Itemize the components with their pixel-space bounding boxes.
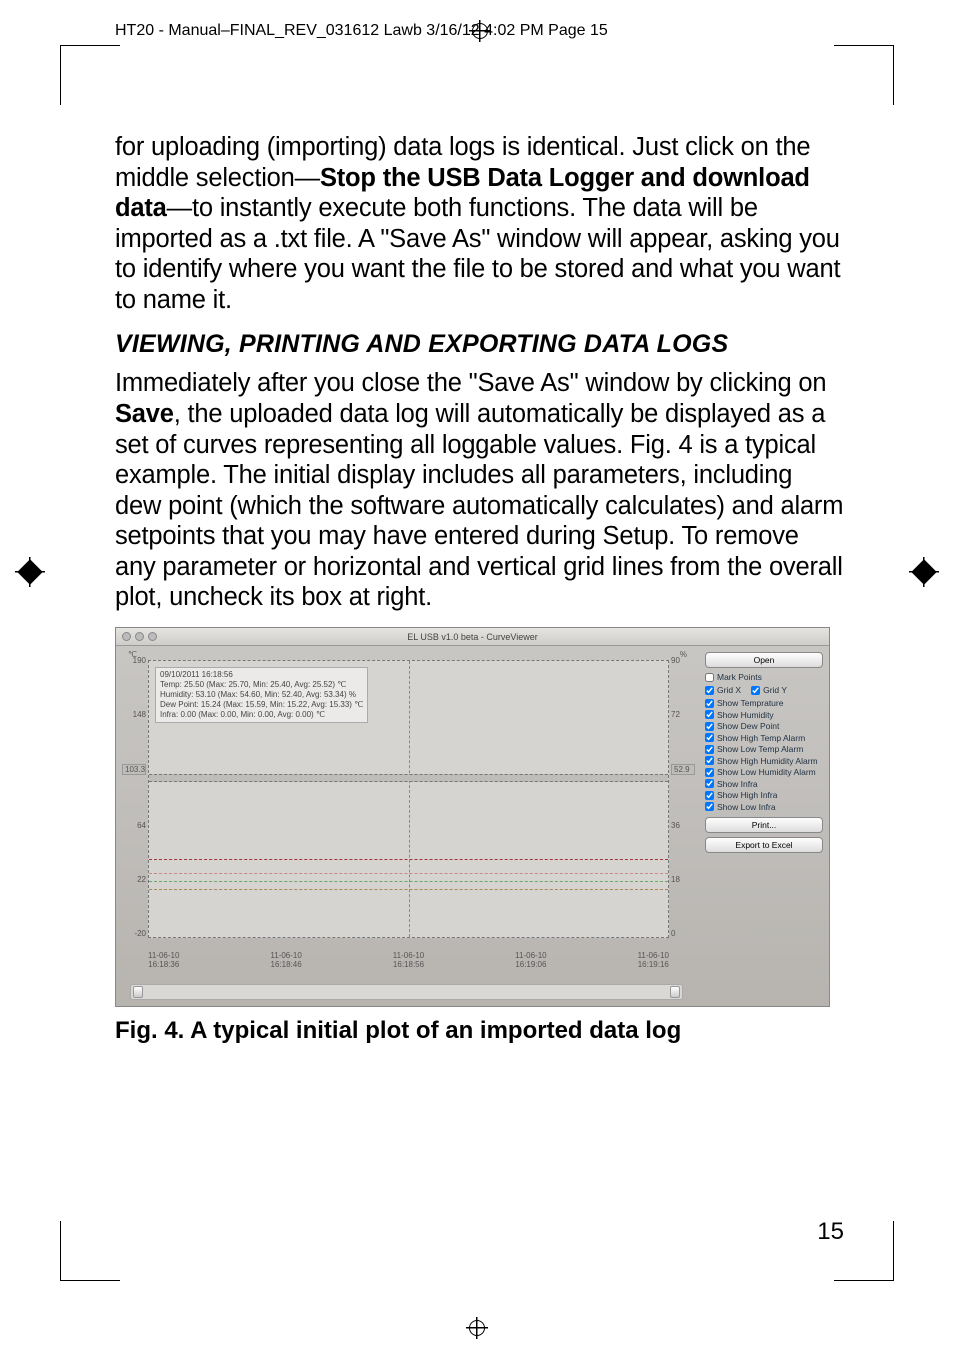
- yl0: 190: [122, 656, 146, 665]
- open-button[interactable]: Open: [705, 652, 823, 668]
- x0a: 11-06-10: [148, 951, 179, 960]
- window-titlebar[interactable]: EL USB v1.0 beta - CurveViewer: [116, 628, 829, 646]
- zoom-icon[interactable]: [148, 632, 157, 641]
- p1c: —to instantly execute both functions. Th…: [115, 194, 840, 314]
- mark-label: Mark Points: [717, 672, 762, 682]
- registration-bottom: [466, 1317, 488, 1344]
- registration-left: [18, 560, 42, 584]
- crop-mark-tl: [60, 45, 120, 105]
- humidity-curve: [149, 873, 668, 874]
- yr1: 72: [671, 710, 695, 719]
- section-heading: VIEWING, PRINTING AND EXPORTING DATA LOG…: [115, 330, 844, 359]
- tt-l1: 09/10/2011 16:18:56: [160, 670, 363, 680]
- gy-label: Grid Y: [763, 685, 787, 695]
- scroll-handle-right[interactable]: [670, 986, 680, 998]
- registration-right: [912, 560, 936, 584]
- tt-l4: Dew Point: 15.24 (Max: 15.59, Min: 15.22…: [160, 700, 363, 710]
- show-highhum-alarm-checkbox[interactable]: Show High Humidity Alarm: [705, 756, 823, 766]
- x2b: 16:18:56: [393, 960, 424, 969]
- yl2: 103.3: [122, 764, 146, 775]
- x2a: 11-06-10: [393, 951, 424, 960]
- yr2: 52.9: [671, 764, 695, 775]
- x1a: 11-06-10: [270, 951, 301, 960]
- temp-curve: [149, 859, 668, 860]
- page-number: 15: [817, 1218, 844, 1246]
- figure-caption: Fig. 4. A typical initial plot of an imp…: [115, 1017, 844, 1045]
- crop-mark-bl: [60, 1221, 120, 1281]
- tt-l3: Humidity: 53.10 (Max: 54.60, Min: 52.40,…: [160, 690, 363, 700]
- x3b: 16:19:06: [515, 960, 546, 969]
- print-header: HT20 - Manual–FINAL_REV_031612 Lawb 3/16…: [115, 20, 844, 42]
- horizontal-scrollbar[interactable]: [130, 984, 683, 1000]
- plot-tooltip: 09/10/2011 16:18:56 Temp: 25.50 (Max: 25…: [155, 667, 368, 723]
- export-excel-button[interactable]: Export to Excel: [705, 837, 823, 853]
- gx-label: Grid X: [717, 685, 741, 695]
- yl3: 64: [122, 821, 146, 830]
- show-infra-checkbox[interactable]: Show Infra: [705, 779, 823, 789]
- yr4: 18: [671, 875, 695, 884]
- yr3: 36: [671, 821, 695, 830]
- gridx-checkbox[interactable]: Grid X: [705, 685, 741, 695]
- x4b: 16:19:16: [638, 960, 669, 969]
- registration-top-icon: [469, 20, 491, 42]
- tt-l2: Temp: 25.50 (Max: 25.70, Min: 25.40, Avg…: [160, 680, 363, 690]
- header-text: HT20 - Manual–FINAL_REV_031612 Lawb 3/16…: [115, 22, 608, 40]
- yl5: -20: [122, 929, 146, 938]
- dewpoint-curve: [149, 881, 668, 882]
- yr5: 0: [671, 929, 695, 938]
- scroll-handle-left[interactable]: [133, 986, 143, 998]
- show-lowhum-alarm-checkbox[interactable]: Show Low Humidity Alarm: [705, 767, 823, 777]
- paragraph-2: Immediately after you close the "Save As…: [115, 368, 844, 613]
- x3a: 11-06-10: [515, 951, 546, 960]
- infra-curve: [149, 889, 668, 890]
- x1b: 16:18:46: [271, 960, 302, 969]
- yl1: 148: [122, 710, 146, 719]
- show-temp-checkbox[interactable]: Show Temprature: [705, 698, 823, 708]
- p2b: Save: [115, 400, 174, 428]
- minimize-icon[interactable]: [135, 632, 144, 641]
- show-lowtemp-alarm-checkbox[interactable]: Show Low Temp Alarm: [705, 744, 823, 754]
- p2a: Immediately after you close the "Save As…: [115, 369, 826, 397]
- show-highinfra-checkbox[interactable]: Show High Infra: [705, 790, 823, 800]
- alarm-band: [149, 774, 668, 782]
- show-hightemp-alarm-checkbox[interactable]: Show High Temp Alarm: [705, 733, 823, 743]
- tt-l5: Infra: 0.00 (Max: 0.00, Min: 0.00, Avg: …: [160, 710, 363, 720]
- x4a: 11-06-10: [638, 951, 669, 960]
- show-dewpoint-checkbox[interactable]: Show Dew Point: [705, 721, 823, 731]
- gridy-checkbox[interactable]: Grid Y: [751, 685, 787, 695]
- crop-mark-tr: [834, 45, 894, 105]
- plot-canvas[interactable]: 09/10/2011 16:18:56 Temp: 25.50 (Max: 25…: [148, 660, 669, 938]
- yr0: 90: [671, 656, 695, 665]
- window-title: EL USB v1.0 beta - CurveViewer: [407, 632, 538, 642]
- side-panel: Open Mark Points Grid X Grid Y Show Temp…: [701, 646, 829, 976]
- yl4: 22: [122, 875, 146, 884]
- curveviewer-window: EL USB v1.0 beta - CurveViewer ℃ % 190 1…: [115, 627, 830, 1007]
- close-icon[interactable]: [122, 632, 131, 641]
- y-axis-right: 90 72 52.9 36 18 0: [671, 656, 695, 938]
- show-humidity-checkbox[interactable]: Show Humidity: [705, 710, 823, 720]
- y-axis-left: 190 148 103.3 64 22 -20: [122, 656, 146, 938]
- x0b: 16:18:36: [148, 960, 179, 969]
- p2c: , the uploaded data log will automatical…: [115, 400, 843, 612]
- cursor-line: [409, 661, 410, 937]
- show-lowinfra-checkbox[interactable]: Show Low Infra: [705, 802, 823, 812]
- plot-area[interactable]: ℃ % 190 148 103.3 64 22 -20 90 72 52.9: [120, 650, 697, 976]
- print-button[interactable]: Print...: [705, 817, 823, 833]
- mark-points-checkbox[interactable]: Mark Points: [705, 672, 823, 682]
- x-axis: 11-06-1016:18:36 11-06-1016:18:46 11-06-…: [148, 952, 669, 970]
- paragraph-1: for uploading (importing) data logs is i…: [115, 132, 844, 316]
